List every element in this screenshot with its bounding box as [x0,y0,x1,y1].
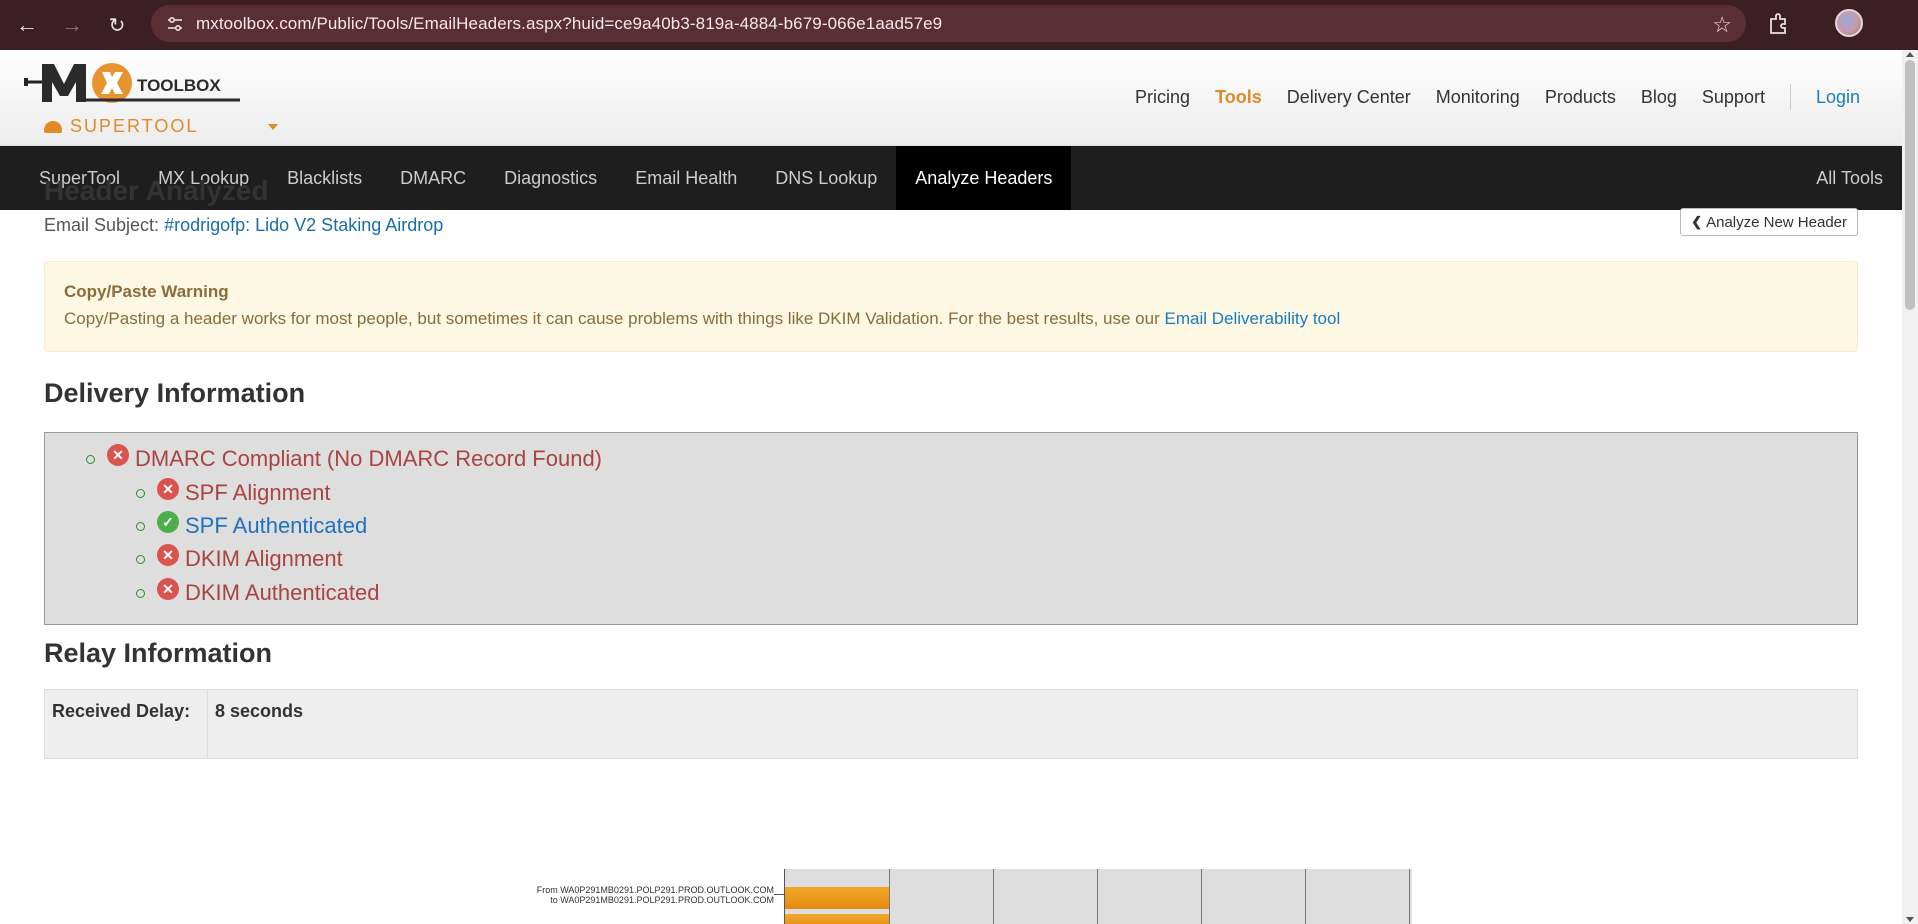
mxtoolbox-logo[interactable]: TOOLBOX [24,56,244,118]
site-header: TOOLBOX SUPERTOOL Pricing Tools Delivery… [0,50,1902,146]
bullet-icon [136,521,145,531]
grid-line [993,869,994,924]
fail-icon: ✕ [157,478,179,500]
grid-line [1097,869,1098,924]
bullet-icon [86,454,95,464]
email-subject: Email Subject: #rodrigofp: Lido V2 Staki… [44,215,1858,236]
nav-blog[interactable]: Blog [1641,87,1677,108]
dmarc-compliant-label[interactable]: DMARC Compliant (No DMARC Record Found) [135,446,602,472]
fail-icon: ✕ [107,444,129,466]
bullet-icon [136,554,145,564]
delivery-heading: Delivery Information [44,378,306,408]
list-item-dkim-alignment: ✕ DKIM Alignment [136,544,343,572]
forward-icon[interactable]: → [54,7,90,43]
relay-plot [784,869,1412,924]
grid-line [1201,869,1202,924]
grid-line [889,869,890,924]
nav-delivery-center[interactable]: Delivery Center [1287,87,1411,108]
supertool-selector[interactable]: SUPERTOOL [44,116,198,137]
fail-icon: ✕ [157,544,179,566]
received-delay-label: Received Delay: [45,690,208,758]
nav-tools[interactable]: Tools [1215,87,1262,108]
spf-authenticated-label[interactable]: SPF Authenticated [185,513,367,539]
nav-support[interactable]: Support [1702,87,1765,108]
nav-monitoring[interactable]: Monitoring [1436,87,1520,108]
url-text[interactable]: mxtoolbox.com/Public/Tools/EmailHeaders.… [196,14,942,34]
site-info-icon[interactable] [164,13,186,35]
nav-pricing[interactable]: Pricing [1135,87,1190,108]
hop-to: to WA0P291MB0291.POLP291.PROD.OUTLOOK.CO… [550,895,774,905]
email-deliverability-link[interactable]: Email Deliverability tool [1165,309,1341,328]
received-delay-value: 8 seconds [215,701,304,721]
profile-avatar[interactable] [1835,9,1863,37]
analyze-new-header-button[interactable]: ❮ Analyze New Header [1680,208,1858,236]
supertool-label: SUPERTOOL [70,116,199,136]
bullet-icon [136,588,145,598]
page-title: Header Analyzed [44,175,269,206]
subject-label: Email Subject: [44,215,160,235]
scrollbar-thumb[interactable] [1905,60,1915,310]
grid-line [1409,869,1410,924]
chevron-down-icon[interactable] [268,124,278,130]
dkim-alignment-label[interactable]: DKIM Alignment [185,546,343,572]
relay-table: Received Delay: 8 seconds [44,689,1858,759]
hop-label: From WA0P291MB0291.POLP291.PROD.OUTLOOK.… [440,885,774,905]
back-icon[interactable]: ← [9,7,45,43]
scroll-up-icon[interactable] [1906,52,1914,57]
hop-delay-bar [785,914,889,924]
top-nav: Pricing Tools Delivery Center Monitoring… [1110,84,1860,110]
extensions-icon[interactable] [1766,11,1792,37]
subject-value: #rodrigofp: Lido V2 Staking Airdrop [164,215,444,235]
relay-heading: Relay Information [44,638,273,668]
browser-toolbar: ← → ↻ mxtoolbox.com/Public/Tools/EmailHe… [0,0,1918,50]
fail-icon: ✕ [157,578,179,600]
list-item-spf-alignment: ✕ SPF Alignment [136,478,331,506]
delivery-results: ✕ DMARC Compliant (No DMARC Record Found… [44,432,1858,625]
login-link[interactable]: Login [1816,87,1860,108]
grid-line [1305,869,1306,924]
bookmark-star-icon[interactable]: ☆ [1712,12,1732,38]
hop-delay-bar [785,887,889,909]
analyze-new-header-label: Analyze New Header [1706,213,1847,231]
chevron-left-icon: ❮ [1691,214,1703,229]
bullet-icon [136,488,145,498]
supertool-hat-icon [44,120,62,133]
reload-icon[interactable]: ↻ [99,7,135,43]
dkim-authenticated-label[interactable]: DKIM Authenticated [185,580,379,606]
page-scrollbar[interactable] [1902,50,1918,924]
scroll-down-icon[interactable] [1906,917,1914,922]
nav-products[interactable]: Products [1545,87,1616,108]
list-item-spf-authenticated: ✓ SPF Authenticated [136,511,367,539]
logo-text: TOOLBOX [137,76,221,95]
list-item-dkim-authenticated: ✕ DKIM Authenticated [136,578,379,606]
main-content: Header Analyzed Email Subject: #rodrigof… [44,146,1858,759]
web-page: TOOLBOX SUPERTOOL Pricing Tools Delivery… [0,50,1902,924]
hop-tick [774,894,784,895]
hop-from: From WA0P291MB0291.POLP291.PROD.OUTLOOK.… [536,885,774,895]
pass-icon: ✓ [157,511,179,533]
warning-title: Copy/Paste Warning [64,282,229,301]
list-item-dmarc: ✕ DMARC Compliant (No DMARC Record Found… [86,444,602,472]
spf-alignment-label[interactable]: SPF Alignment [185,480,331,506]
warning-text: Copy/Pasting a header works for most peo… [64,309,1160,328]
nav-divider [1789,84,1791,110]
copy-paste-warning: Copy/Paste Warning Copy/Pasting a header… [44,261,1858,352]
warning-body: Copy/Pasting a header works for most peo… [64,309,1838,329]
address-bar[interactable]: mxtoolbox.com/Public/Tools/EmailHeaders.… [151,5,1746,42]
